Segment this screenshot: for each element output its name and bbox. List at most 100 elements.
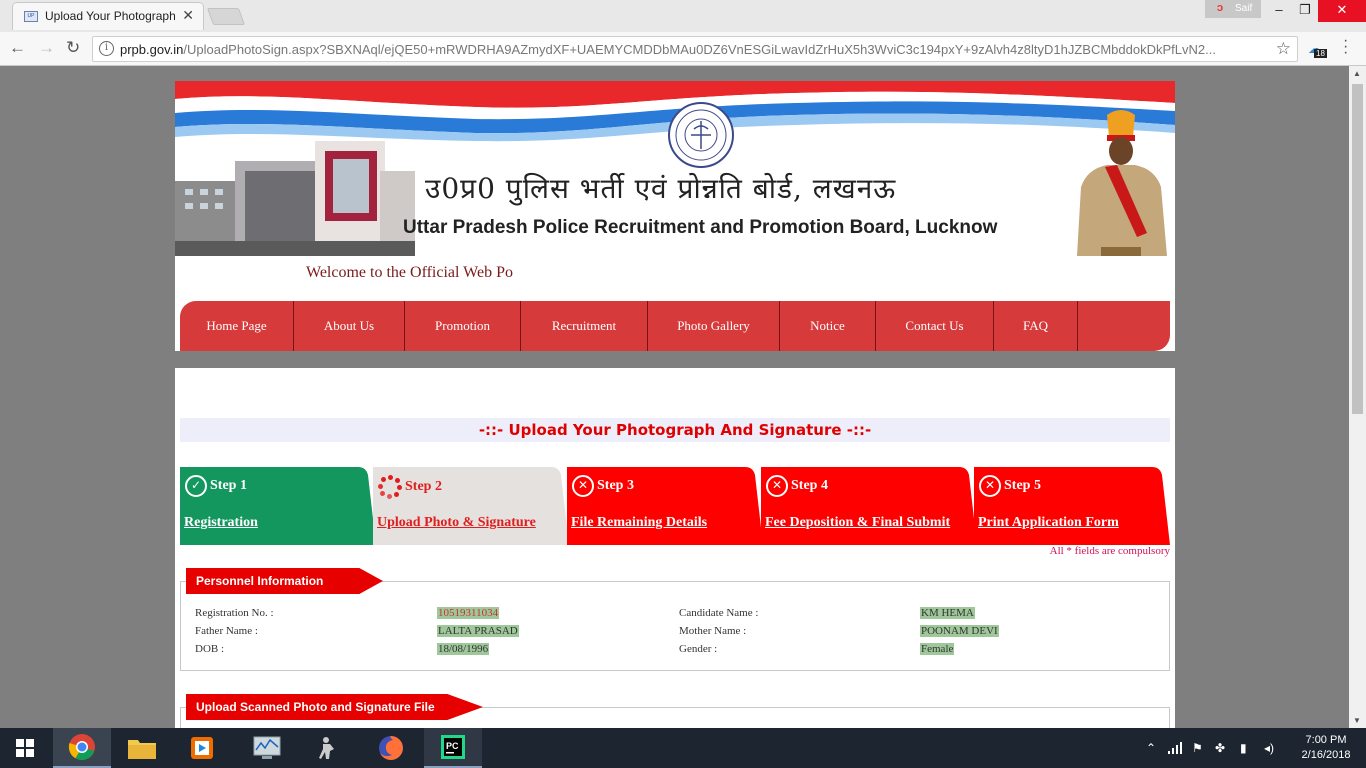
dropbox-icon[interactable]: ✤ xyxy=(1215,728,1225,768)
gender-value: Female xyxy=(920,643,955,655)
nav-recruitment[interactable]: Recruitment xyxy=(521,301,648,351)
tab-title: Upload Your Photograph xyxy=(45,9,176,23)
scroll-down-icon[interactable]: ▼ xyxy=(1353,716,1361,725)
scroll-up-icon[interactable]: ▲ xyxy=(1353,69,1361,78)
taskbar-resource-monitor[interactable] xyxy=(238,728,296,768)
step-1-heading: ✓ Step 1 xyxy=(185,475,247,497)
step-4-label: Step 4 xyxy=(791,478,828,493)
user-profile-button[interactable]: ↄ Saif xyxy=(1205,0,1261,18)
address-bar[interactable]: i prpb.gov.in/UploadPhotoSign.aspx?SBXNA… xyxy=(92,36,1298,62)
english-title: Uttar Pradesh Police Recruitment and Pro… xyxy=(403,217,998,238)
mother-name-label: Mother Name : xyxy=(679,625,747,637)
page-container: उ0प्र0 पुलिस भर्ती एवं प्रोन्नति बोर्ड, … xyxy=(175,81,1175,728)
network-icon[interactable] xyxy=(1168,728,1184,768)
page-title: -::- Upload Your Photograph And Signatur… xyxy=(180,418,1170,442)
step-5-label: Step 5 xyxy=(1004,478,1041,493)
step-2[interactable]: Step 2 Upload Photo & Signature xyxy=(373,467,569,545)
info-row: DOB : 18/08/1996 Gender : Female xyxy=(195,643,1155,661)
media-player-icon xyxy=(191,737,213,759)
step-2-link[interactable]: Upload Photo & Signature xyxy=(377,515,536,531)
step-5-link[interactable]: Print Application Form xyxy=(978,515,1119,531)
x-circle-icon: ✕ xyxy=(572,475,594,497)
info-row: Registration No. : 10519311034 Candidate… xyxy=(195,607,1155,625)
step-3-heading: ✕ Step 3 xyxy=(572,475,634,497)
step-3[interactable]: ✕ Step 3 File Remaining Details xyxy=(567,467,763,545)
mother-name-value: POONAM DEVI xyxy=(920,625,999,637)
pycharm-icon: PC xyxy=(441,735,465,759)
nav-promotion[interactable]: Promotion xyxy=(405,301,521,351)
browser-tab[interactable]: UP Upload Your Photograph ✕ xyxy=(12,2,204,30)
bookmark-star-icon[interactable]: ☆ xyxy=(1276,39,1291,59)
nav-home-page[interactable]: Home Page xyxy=(180,301,294,351)
taskbar-firefox[interactable] xyxy=(362,728,420,768)
reload-icon[interactable]: ↻ xyxy=(66,38,80,58)
monitor-icon xyxy=(253,736,281,759)
page-gap xyxy=(175,351,1175,368)
dob-label: DOB : xyxy=(195,643,225,655)
tab-close-icon[interactable]: ✕ xyxy=(182,7,194,24)
close-window-button[interactable]: ✕ xyxy=(1318,0,1366,22)
nav-about-us[interactable]: About Us xyxy=(294,301,405,351)
check-circle-icon: ✓ xyxy=(185,475,207,497)
forward-arrow-icon[interactable]: → xyxy=(38,38,55,58)
welcome-marquee: Welcome to the Official Web Po xyxy=(306,264,513,281)
windows-taskbar: PC ⌃ ⚑ ✤ ▮ ◂) 7:00 PM 2/16/2018 xyxy=(0,728,1366,768)
nav-notice[interactable]: Notice xyxy=(780,301,876,351)
maximize-button[interactable]: ❐ xyxy=(1288,0,1322,22)
step-4-link[interactable]: Fee Deposition & Final Submit xyxy=(765,515,950,531)
taskbar-clock[interactable]: 7:00 PM 2/16/2018 xyxy=(1296,733,1356,763)
clock-time: 7:00 PM xyxy=(1305,734,1347,746)
taskbar-media-player[interactable] xyxy=(173,728,231,768)
url-host: prpb.gov.in xyxy=(120,42,184,57)
police-officer-image xyxy=(1077,110,1167,256)
step-1[interactable]: ✓ Step 1 Registration xyxy=(180,467,376,545)
windows-logo-icon xyxy=(16,739,34,757)
tray-expand-icon[interactable]: ⌃ xyxy=(1146,728,1156,768)
candidate-name-value: KM HEMA xyxy=(920,607,975,619)
url-text[interactable]: prpb.gov.in/UploadPhotoSign.aspx?SBXNAql… xyxy=(120,42,1260,57)
upload-legend: Upload Scanned Photo and Signature File xyxy=(186,694,483,720)
step-2-heading: Step 2 xyxy=(378,475,442,499)
user-name: Saif xyxy=(1235,3,1253,14)
volume-icon[interactable]: ◂) xyxy=(1264,728,1274,768)
flag-icon[interactable]: ⚑ xyxy=(1192,728,1203,768)
page-scrollbar[interactable]: ▲ ▼ xyxy=(1349,66,1366,728)
game-soldier-icon xyxy=(319,737,334,759)
candidate-name-label: Candidate Name : xyxy=(679,607,759,619)
step-4-heading: ✕ Step 4 xyxy=(766,475,828,497)
nav-faq[interactable]: FAQ xyxy=(994,301,1078,351)
step-4[interactable]: ✕ Step 4 Fee Deposition & Final Submit xyxy=(761,467,977,545)
taskbar-pycharm[interactable]: PC xyxy=(424,728,482,768)
back-arrow-icon[interactable]: ← xyxy=(9,38,26,58)
battery-icon[interactable]: ▮ xyxy=(1240,728,1247,768)
step-1-link[interactable]: Registration xyxy=(184,515,258,531)
step-wizard: ✓ Step 1 Registration Step 2 Upload Phot… xyxy=(180,467,1170,545)
step-3-link[interactable]: File Remaining Details xyxy=(571,515,707,531)
info-icon[interactable]: i xyxy=(99,41,114,56)
nav-contact-us[interactable]: Contact Us xyxy=(876,301,994,351)
info-row: Father Name : LALTA PRASAD Mother Name :… xyxy=(195,625,1155,643)
chrome-menu-icon[interactable]: · · · xyxy=(1343,33,1348,61)
compulsory-note: All * fields are compulsory xyxy=(1049,545,1170,557)
new-tab-button[interactable] xyxy=(206,8,246,25)
folder-icon xyxy=(128,740,156,759)
taskbar-file-explorer[interactable] xyxy=(113,728,171,768)
personnel-info-legend: Personnel Information xyxy=(186,568,383,594)
taskbar-chrome[interactable] xyxy=(53,728,111,768)
nav-photo-gallery[interactable]: Photo Gallery xyxy=(648,301,780,351)
step-5-heading: ✕ Step 5 xyxy=(979,475,1041,497)
taskbar-counter-strike[interactable] xyxy=(298,728,356,768)
registration-value: 10519311034 xyxy=(437,607,500,619)
step-5[interactable]: ✕ Step 5 Print Application Form xyxy=(974,467,1170,545)
chrome-icon xyxy=(68,734,95,761)
personnel-info-grid: Registration No. : 10519311034 Candidate… xyxy=(195,607,1155,661)
scroll-thumb[interactable] xyxy=(1352,84,1363,414)
x-circle-icon: ✕ xyxy=(979,475,1001,497)
start-button[interactable] xyxy=(0,728,50,768)
main-navigation: Home Page About Us Promotion Recruitment… xyxy=(180,301,1170,351)
dob-value: 18/08/1996 xyxy=(437,643,490,655)
step-1-label: Step 1 xyxy=(210,478,247,493)
browser-toolbar: ← → ↻ i prpb.gov.in/UploadPhotoSign.aspx… xyxy=(0,32,1366,66)
registration-label: Registration No. : xyxy=(195,607,274,619)
step-2-label: Step 2 xyxy=(405,479,442,494)
